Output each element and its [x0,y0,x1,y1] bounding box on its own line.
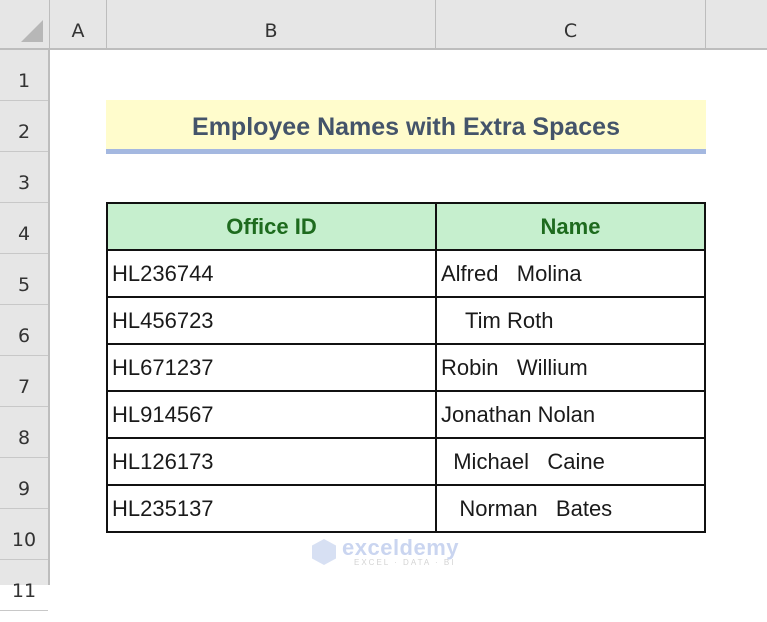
row-headers: 1 2 3 4 5 6 7 8 9 10 11 [0,50,50,611]
select-all-triangle-icon [21,20,43,42]
name-cell[interactable]: Alfred Molina [435,249,706,298]
row-header-9[interactable]: 9 [0,458,48,509]
office-id-cell[interactable]: HL235137 [106,484,437,533]
select-all-corner[interactable] [0,0,50,50]
watermark-brand: exceldemy [342,535,460,560]
header-office-id[interactable]: Office ID [106,202,437,251]
name-cell[interactable]: Norman Bates [435,484,706,533]
employee-table: Office ID Name HL236744 Alfred Molina HL… [106,202,706,533]
row-header-8[interactable]: 8 [0,407,48,458]
office-id-cell[interactable]: HL236744 [106,249,437,298]
column-header-a[interactable]: A [50,0,107,48]
office-id-cell[interactable]: HL126173 [106,437,437,486]
name-cell[interactable]: Jonathan Nolan [435,390,706,439]
column-header-c[interactable]: C [436,0,706,48]
office-id-cell[interactable]: HL914567 [106,390,437,439]
row-header-4[interactable]: 4 [0,203,48,254]
name-cell[interactable]: Tim Roth [435,296,706,345]
row-header-10[interactable]: 10 [0,509,48,560]
table-row: HL126173 Michael Caine [106,437,706,486]
name-cell[interactable]: Michael Caine [435,437,706,486]
row-header-5[interactable]: 5 [0,254,48,305]
table-row: HL671237 Robin Willium [106,343,706,392]
table-row: HL456723 Tim Roth [106,296,706,345]
row-header-11[interactable]: 11 [0,560,48,611]
column-header-b[interactable]: B [107,0,436,48]
table-row: HL236744 Alfred Molina [106,249,706,298]
row-header-7[interactable]: 7 [0,356,48,407]
office-id-cell[interactable]: HL456723 [106,296,437,345]
exceldemy-logo-icon [312,539,336,565]
row-header-3[interactable]: 3 [0,152,48,203]
row-header-1[interactable]: 1 [0,50,48,101]
row-header-6[interactable]: 6 [0,305,48,356]
table-header-row: Office ID Name [106,202,706,251]
name-cell[interactable]: Robin Willium [435,343,706,392]
watermark-tagline: EXCEL · DATA · BI [354,558,456,567]
header-name[interactable]: Name [435,202,706,251]
exceldemy-watermark: exceldemy EXCEL · DATA · BI [312,535,462,571]
sheet-title[interactable]: Employee Names with Extra Spaces [106,100,706,154]
table-row: HL914567 Jonathan Nolan [106,390,706,439]
column-headers: A B C [50,0,767,50]
office-id-cell[interactable]: HL671237 [106,343,437,392]
row-header-2[interactable]: 2 [0,101,48,152]
table-row: HL235137 Norman Bates [106,484,706,533]
